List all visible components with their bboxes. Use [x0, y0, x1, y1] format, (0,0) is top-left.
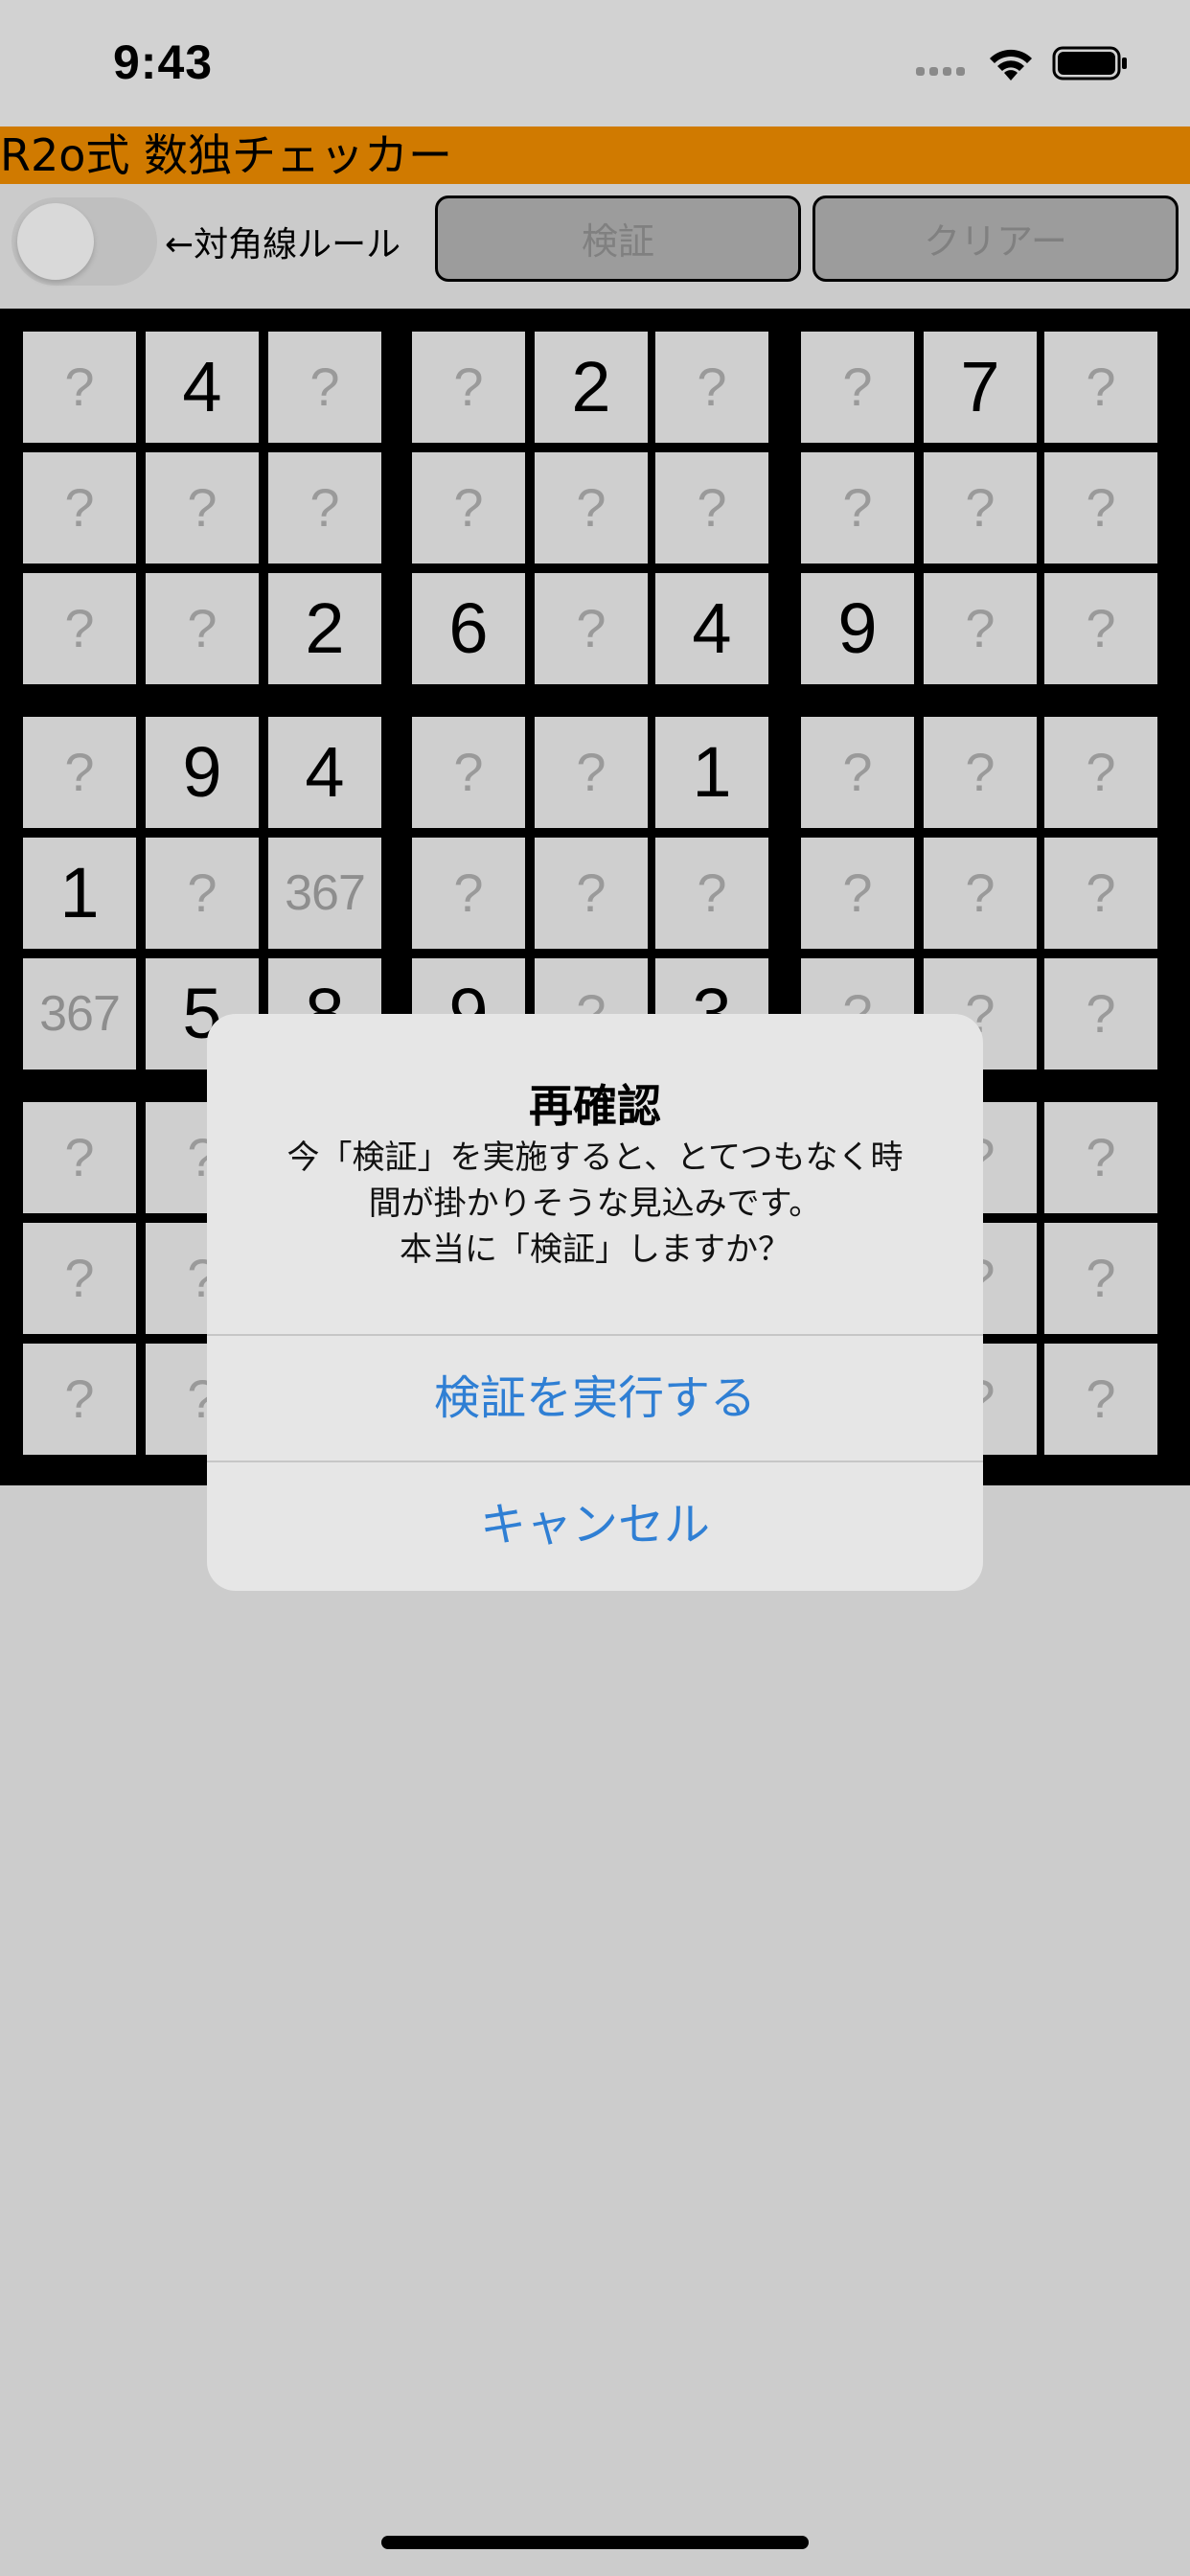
dialog-title: 再確認 [529, 1080, 661, 1132]
home-indicator[interactable] [381, 2536, 809, 2549]
confirm-dialog: 再確認 今「検証」を実施すると、とてつもなく時 間が掛かりそうな見込みです。 本… [207, 1014, 983, 1591]
dialog-message-line: 今「検証」を実施すると、とてつもなく時 [286, 1138, 904, 1177]
dialog-message-line: 本当に「検証」しますか？ [400, 1230, 790, 1269]
dialog-message-line: 間が掛かりそうな見込みです。 [368, 1184, 822, 1223]
run-verify-button[interactable]: 検証を実行する [207, 1336, 983, 1460]
dialog-message: 今「検証」を実施すると、とてつもなく時 間が掛かりそうな見込みです。 本当に「検… [255, 1135, 935, 1273]
cancel-button[interactable]: キャンセル [207, 1462, 983, 1587]
